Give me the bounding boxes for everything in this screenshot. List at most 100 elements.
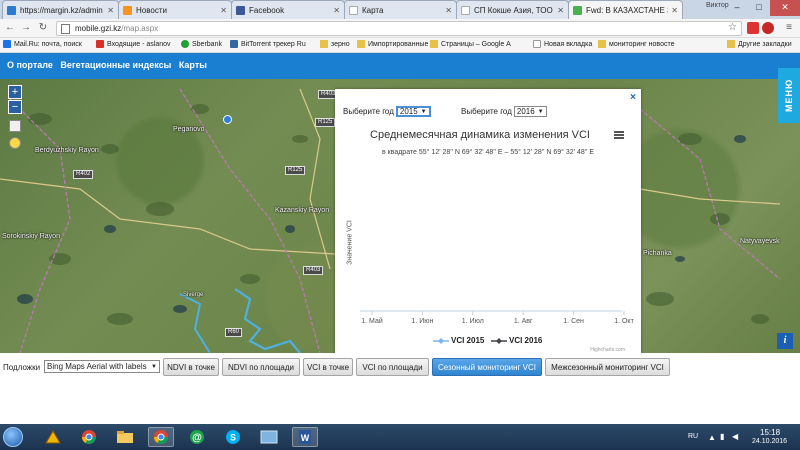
volume-icon[interactable]: ◀ [732, 432, 738, 441]
polygon-tool-icon[interactable] [9, 137, 21, 149]
x-tick-label: 1. Сен [563, 318, 584, 325]
interseasonal-vci-button[interactable]: Межсезонный мониторинг VCI [545, 358, 670, 376]
bookmark-sberbank[interactable]: Sberbank [181, 40, 222, 48]
bookmark-inbox[interactable]: Входящие - aslanov [96, 40, 171, 48]
ndvi-point-button[interactable]: NDVI в точке [163, 358, 219, 376]
map-label-sorokinsky: Sorokinskiy Rayon [2, 233, 60, 240]
bookmark-other[interactable]: Другие закладки [727, 40, 792, 48]
bookmark-label: мониторинг новосте [609, 40, 675, 48]
tab-title: https://margin.kz/admin [20, 5, 103, 15]
folder-icon [727, 40, 735, 48]
tab-close-icon[interactable]: ✕ [557, 6, 564, 15]
browser-menu-icon[interactable]: ≡ [782, 21, 796, 35]
page-info-icon[interactable] [61, 24, 70, 34]
tab-close-icon[interactable]: ✕ [671, 6, 678, 15]
bookmark-folder-imported[interactable]: Импортированные [357, 40, 428, 48]
road-shield: R402 [73, 170, 94, 179]
tab-facebook[interactable]: Facebook ✕ [231, 0, 345, 19]
vci-area-button[interactable]: VCI по площади [356, 358, 429, 376]
menu-button[interactable]: МЕНЮ [778, 68, 800, 123]
bookmark-folder-monitoring[interactable]: мониторинг новосте [598, 40, 674, 48]
road-shield: R60 [225, 328, 243, 337]
tab-close-icon[interactable]: ✕ [333, 6, 340, 15]
app-triangle-icon[interactable] [40, 427, 66, 447]
window-app-icon[interactable] [256, 427, 282, 447]
chrome-icon[interactable] [76, 427, 102, 447]
screen: https://margin.kz/admin ✕ Новости ✕ Face… [0, 0, 800, 450]
tab-map[interactable]: Карта ✕ [344, 0, 457, 19]
ndvi-area-button[interactable]: NDVI по площади [222, 358, 300, 376]
skype-icon[interactable]: S [220, 427, 246, 447]
news-icon [123, 5, 132, 15]
legend-item-2016[interactable]: VCI 2016 [491, 336, 542, 345]
tab-kokshe[interactable]: СП Кокше Азия, ТОО и ✕ [456, 0, 569, 19]
bookmark-label: Новая вкладка [544, 40, 593, 48]
chart-y-label: Значение VCI [346, 220, 354, 265]
reload-icon[interactable]: ↻ [36, 21, 50, 35]
chrome-active-icon[interactable] [148, 427, 174, 447]
url-input[interactable]: mobile.gzi.kz/map.aspx ☆ [56, 21, 742, 36]
network-icon[interactable]: ▮ [720, 432, 724, 441]
zoom-out-button[interactable]: − [8, 100, 22, 114]
bookmark-label: Страницы – Google А [441, 40, 511, 48]
nav-maps[interactable]: Карты [179, 60, 207, 70]
location-marker[interactable] [223, 115, 232, 124]
tab-title: Новости [136, 5, 167, 15]
forward-arrow-icon[interactable]: → [19, 21, 33, 35]
bookmark-mailru[interactable]: Mail.Ru: почта, поиск [3, 40, 82, 48]
folder-icon [598, 40, 606, 48]
keyboard-language[interactable]: RU [688, 433, 698, 440]
map-label-peganovo: Peganovo [173, 126, 205, 133]
mail-icon [573, 5, 582, 15]
bookmark-folder-google[interactable]: Страницы – Google А [430, 40, 511, 48]
bookmark-new-tab[interactable]: Новая вкладка [533, 40, 592, 48]
tab-fwd[interactable]: Fwd: В КАЗАХСТАНЕ 3А ✕ [568, 0, 683, 19]
tab-title: СП Кокше Азия, ТОО и [474, 5, 555, 15]
url-path: /map.aspx [121, 24, 159, 33]
tab-close-icon[interactable]: ✕ [107, 6, 114, 15]
pdf-extension-icon[interactable] [747, 22, 759, 34]
folder-icon [430, 40, 438, 48]
nav-veg-indices[interactable]: Вегетационные индексы [60, 60, 171, 70]
vci-chart: 1. Май 1. Июн 1. Июл 1. Авг 1. Сен 1. Окт [360, 310, 635, 325]
mail-agent-icon[interactable]: @ [184, 427, 210, 447]
bookmark-label: зерно [331, 40, 350, 48]
clock-time[interactable]: 15:18 [760, 428, 780, 437]
legend-marker-2015 [433, 337, 449, 344]
adblock-icon[interactable] [762, 22, 774, 34]
nav-about[interactable]: О портале [7, 60, 53, 70]
info-icon[interactable]: i [777, 333, 793, 349]
sberbank-icon [181, 40, 189, 48]
back-arrow-icon[interactable]: ← [3, 21, 17, 35]
basemap-select[interactable]: Bing Maps Aerial with labels ▼ [44, 360, 160, 373]
analysis-toolbar: Подложки Bing Maps Aerial with labels ▼ … [0, 353, 800, 424]
seasonal-vci-button[interactable]: Сезонный мониторинг VCI [432, 358, 542, 376]
maximize-icon[interactable]: □ [748, 0, 770, 16]
minimize-icon[interactable]: – [726, 0, 748, 16]
clock-date[interactable]: 24.10.2016 [752, 438, 787, 445]
zoom-in-button[interactable]: + [8, 85, 22, 99]
close-window-icon[interactable]: ✕ [770, 0, 800, 16]
chevron-down-icon: ▼ [151, 363, 157, 370]
layer-tool-icon[interactable] [9, 120, 21, 132]
os-taskbar: @ S W RU ▲ ▮ ◀ 15:18 24.10.2016 [0, 424, 800, 450]
file-explorer-icon[interactable] [112, 427, 138, 447]
start-button[interactable] [3, 427, 23, 447]
bookmark-bittorrent[interactable]: BitTorrent трекер Ru [230, 40, 306, 48]
bookmark-label: Другие закладки [738, 40, 792, 48]
tray-arrow-icon[interactable]: ▲ [708, 433, 716, 442]
tab-close-icon[interactable]: ✕ [445, 6, 452, 15]
tab-title: Карта [362, 5, 384, 15]
bookmark-folder-grain[interactable]: зерно [320, 40, 350, 48]
legend-item-2015[interactable]: VCI 2015 [433, 336, 484, 345]
vci-point-button[interactable]: VCI в точке [303, 358, 353, 376]
bookmark-label: Sberbank [192, 40, 222, 48]
tab-news[interactable]: Новости ✕ [118, 0, 232, 19]
word-icon[interactable]: W [292, 427, 318, 447]
chart-popup: × Выберите год 2015 ▼ Выберите год 2016 … [335, 89, 641, 353]
tab-margin[interactable]: https://margin.kz/admin ✕ [2, 0, 119, 19]
bookmark-star-icon[interactable]: ☆ [728, 22, 737, 33]
tab-close-icon[interactable]: ✕ [220, 6, 227, 15]
layers-label: Подложки [3, 363, 41, 372]
folder-icon [357, 40, 365, 48]
